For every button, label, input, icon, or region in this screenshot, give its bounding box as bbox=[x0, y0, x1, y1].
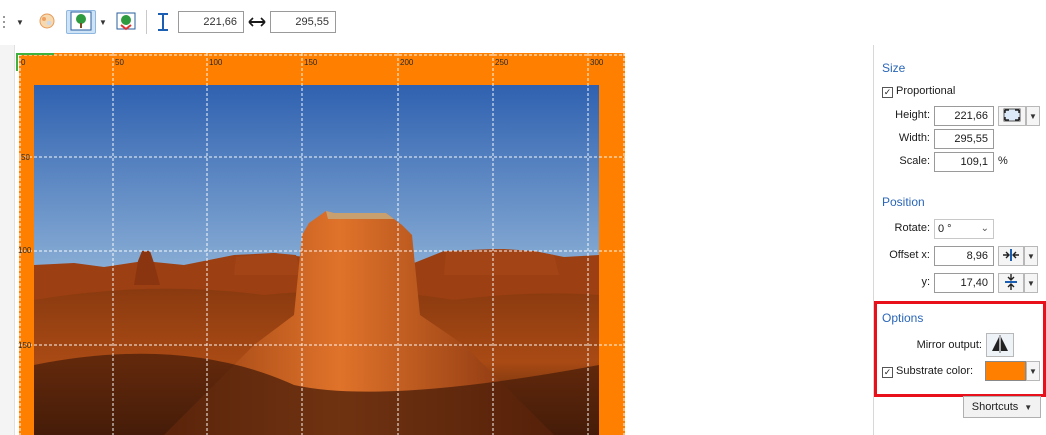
grip-icon bbox=[2, 14, 8, 30]
ruler-label-x250: 250 bbox=[495, 58, 509, 67]
canvas-area[interactable]: 0 50 100 150 200 250 300 50 100 150 bbox=[0, 45, 873, 435]
chevron-down-icon: ⌄ bbox=[980, 223, 989, 234]
position-section-title: Position bbox=[882, 195, 925, 209]
fit-dropdown-caret-icon[interactable]: ▼ bbox=[98, 14, 108, 30]
paint-icon bbox=[37, 11, 57, 34]
properties-panel: Size ✓ Proportional Height: 221,66 ▼ Wid… bbox=[873, 45, 1046, 435]
proportional-checkbox[interactable]: ✓ bbox=[882, 87, 893, 98]
substrate-color-label: Substrate color: bbox=[896, 365, 974, 377]
fit-size-button[interactable] bbox=[998, 106, 1026, 126]
substrate-color-dropdown[interactable]: ▼ bbox=[1026, 361, 1040, 381]
ruler-label-x100: 100 bbox=[209, 58, 223, 67]
scale-field[interactable]: 109,1 bbox=[934, 152, 994, 172]
tree-crop-icon bbox=[115, 11, 137, 34]
scale-label: Scale: bbox=[899, 155, 930, 167]
center-vertical-icon bbox=[1004, 273, 1018, 294]
substrate-color-checkbox[interactable]: ✓ bbox=[882, 367, 893, 378]
width-field[interactable]: 295,55 bbox=[934, 129, 994, 149]
mirror-icon bbox=[990, 334, 1010, 356]
offset-y-field[interactable]: 17,40 bbox=[934, 273, 994, 293]
mirror-output-button[interactable] bbox=[986, 333, 1014, 357]
height-label: Height: bbox=[895, 109, 930, 121]
height-field[interactable]: 221,66 bbox=[934, 106, 994, 126]
offset-x-field[interactable]: 8,96 bbox=[934, 246, 994, 266]
rotate-select[interactable]: 0 ° ⌄ bbox=[934, 219, 994, 239]
landscape-photo[interactable] bbox=[34, 85, 599, 435]
toolbar-height-input[interactable]: 221,66 bbox=[178, 11, 244, 33]
chevron-down-icon: ▼ bbox=[1027, 278, 1035, 288]
proportional-label: Proportional bbox=[896, 85, 956, 97]
ruler-label-y100: 100 bbox=[18, 246, 32, 255]
chevron-down-icon: ▼ bbox=[1029, 111, 1037, 121]
center-horizontal-dropdown[interactable]: ▼ bbox=[1024, 246, 1038, 266]
center-horizontal-icon bbox=[1002, 248, 1020, 265]
center-vertical-dropdown[interactable]: ▼ bbox=[1024, 273, 1038, 293]
width-arrow-icon bbox=[246, 10, 268, 34]
fit-frame-icon bbox=[1002, 108, 1022, 125]
offset-y-label: y: bbox=[921, 276, 930, 288]
substrate-color-swatch[interactable] bbox=[985, 361, 1026, 381]
toolbar-divider bbox=[146, 10, 147, 34]
fit-size-dropdown[interactable]: ▼ bbox=[1026, 106, 1040, 126]
options-section-title: Options bbox=[882, 311, 924, 325]
offset-x-label: Offset x: bbox=[889, 249, 930, 261]
fit-image-button[interactable] bbox=[66, 10, 96, 34]
scale-unit: % bbox=[998, 155, 1008, 167]
center-vertical-button[interactable] bbox=[998, 273, 1024, 293]
size-section-title: Size bbox=[882, 61, 906, 75]
toolbar-width-input[interactable]: 295,55 bbox=[270, 11, 336, 33]
shortcuts-label: Shortcuts bbox=[971, 401, 1019, 413]
paint-button[interactable] bbox=[34, 10, 60, 34]
ruler-label-x150: 150 bbox=[304, 58, 318, 67]
rotate-value: 0 ° bbox=[938, 223, 952, 235]
ruler-label-x0: 0 bbox=[21, 58, 26, 67]
ruler-label-x200: 200 bbox=[400, 58, 414, 67]
chevron-down-icon: ▼ bbox=[1029, 366, 1037, 376]
chevron-down-icon: ▼ bbox=[1027, 251, 1035, 261]
rotate-label: Rotate: bbox=[894, 222, 930, 234]
mirror-output-label: Mirror output: bbox=[916, 339, 982, 351]
height-arrow-icon bbox=[152, 10, 174, 34]
vertical-ruler bbox=[0, 45, 15, 435]
center-horizontal-button[interactable] bbox=[998, 246, 1024, 266]
dropdown-caret-icon[interactable]: ▼ bbox=[14, 14, 26, 30]
ruler-label-x300: 300 bbox=[590, 58, 604, 67]
crop-image-button[interactable] bbox=[112, 10, 140, 34]
tree-fit-icon bbox=[70, 11, 92, 34]
chevron-down-icon: ▼ bbox=[1024, 402, 1033, 412]
ruler-label-y150: 150 bbox=[18, 341, 32, 350]
ruler-label-x50: 50 bbox=[115, 58, 124, 67]
shortcuts-button[interactable]: Shortcuts ▼ bbox=[963, 396, 1041, 418]
ruler-label-y50: 50 bbox=[21, 153, 30, 162]
toolbar: ▼ ▼ 221,66 295,55 bbox=[0, 0, 1046, 45]
width-label: Width: bbox=[898, 132, 930, 144]
